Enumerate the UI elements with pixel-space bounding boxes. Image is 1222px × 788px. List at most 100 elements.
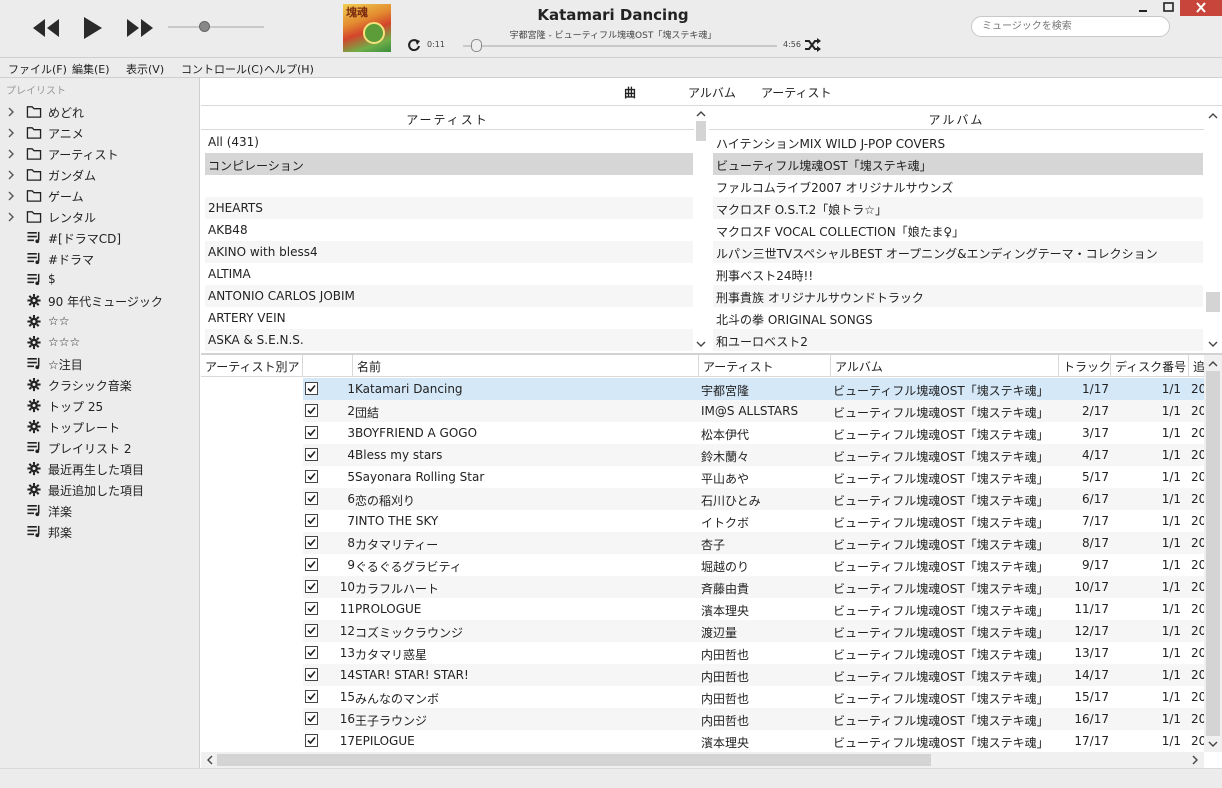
minimize-button[interactable] bbox=[1130, 0, 1156, 16]
track-scrollbar[interactable] bbox=[1204, 355, 1222, 752]
artist-list-item[interactable] bbox=[205, 175, 693, 197]
artist-list-item[interactable]: 2HEARTS bbox=[205, 197, 693, 219]
album-list-item[interactable]: ファルコムライブ2007 オリジナルサウンズ bbox=[713, 175, 1203, 197]
album-scroll-thumb[interactable] bbox=[1206, 292, 1220, 312]
sidebar-item[interactable]: ☆注目 bbox=[0, 353, 199, 374]
sidebar-item[interactable]: アニメ bbox=[0, 122, 199, 143]
seek-bar[interactable] bbox=[463, 45, 777, 47]
table-row[interactable]: 3 BOYFRIEND A GOGO 松本伊代 ビューティフル塊魂OST「塊ステキ魂」… bbox=[303, 422, 1204, 444]
tab-albums[interactable]: アルバム bbox=[688, 84, 736, 101]
sidebar-item[interactable]: #[ドラマCD] bbox=[0, 227, 199, 248]
scroll-up-icon[interactable] bbox=[695, 109, 707, 119]
track-enabled-checkbox[interactable] bbox=[305, 690, 318, 703]
track-enabled-checkbox[interactable] bbox=[305, 602, 318, 615]
artist-list-item[interactable]: ANTONIO CARLOS JOBIM bbox=[205, 285, 693, 307]
maximize-button[interactable] bbox=[1156, 0, 1180, 16]
sidebar-item[interactable]: 邦楽 bbox=[0, 521, 199, 542]
track-enabled-checkbox[interactable] bbox=[305, 646, 318, 659]
chevron-right-icon[interactable] bbox=[7, 191, 15, 201]
horizontal-scrollbar[interactable] bbox=[201, 752, 1204, 768]
artist-scroll-thumb[interactable] bbox=[696, 121, 706, 141]
table-row[interactable]: 9 ぐるぐるグラビティ 堀越のり ビューティフル塊魂OST「塊ステキ魂」 9/17 1/1… bbox=[303, 554, 1204, 576]
chevron-right-icon[interactable] bbox=[7, 170, 15, 180]
repeat-button[interactable] bbox=[406, 37, 422, 53]
tab-songs[interactable]: 曲 bbox=[624, 84, 636, 101]
column-track[interactable]: トラック bbox=[1059, 355, 1111, 377]
artist-list-item[interactable]: AKB48 bbox=[205, 219, 693, 241]
album-list-item[interactable]: 刑事貴族 オリジナルサウンドトラック bbox=[713, 285, 1203, 307]
chevron-right-icon[interactable] bbox=[7, 107, 15, 117]
column-extra[interactable]: 追 bbox=[1189, 355, 1204, 377]
album-list-item[interactable]: ビューティフル塊魂OST「塊ステキ魂」 bbox=[713, 153, 1203, 175]
chevron-right-icon[interactable] bbox=[7, 212, 15, 222]
artist-list-item[interactable]: ASKA & S.E.N.S. bbox=[205, 329, 693, 351]
track-scroll-thumb[interactable] bbox=[1206, 371, 1220, 736]
track-enabled-checkbox[interactable] bbox=[305, 514, 318, 527]
sidebar-item[interactable]: ☆☆ bbox=[0, 311, 199, 332]
table-row[interactable]: 6 恋の稲刈り 石川ひとみ ビューティフル塊魂OST「塊ステキ魂」 6/17 1/1 20 bbox=[303, 488, 1204, 510]
menu-control[interactable]: コントロール(C) bbox=[181, 61, 263, 77]
column-album[interactable]: アルバム bbox=[831, 355, 1059, 377]
menu-file[interactable]: ファイル(F) bbox=[8, 61, 67, 77]
sidebar-item[interactable]: トップ 25 bbox=[0, 395, 199, 416]
artist-browser-header[interactable]: アーティスト bbox=[201, 107, 694, 130]
table-row[interactable]: 17 EPILOGUE 濱本理央 ビューティフル塊魂OST「塊ステキ魂」 17/17 1/… bbox=[303, 730, 1204, 752]
volume-slider-handle[interactable] bbox=[199, 21, 211, 32]
track-enabled-checkbox[interactable] bbox=[305, 624, 318, 637]
rewind-button[interactable] bbox=[30, 14, 62, 42]
table-row[interactable]: 10 カラフルハート 斉藤由貴 ビューティフル塊魂OST「塊ステキ魂」 10/17 1/1… bbox=[303, 576, 1204, 598]
sidebar-item[interactable]: トップレート bbox=[0, 416, 199, 437]
table-row[interactable]: 12 コズミックラウンジ 渡辺量 ビューティフル塊魂OST「塊ステキ魂」 12/17 1/… bbox=[303, 620, 1204, 642]
column-artist[interactable]: アーティスト bbox=[699, 355, 831, 377]
artist-list-item[interactable]: All (431) bbox=[205, 131, 693, 153]
scroll-right-icon[interactable] bbox=[1189, 755, 1201, 765]
artist-list-item[interactable]: AKINO with bless4 bbox=[205, 241, 693, 263]
album-list-item[interactable]: マクロスF O.S.T.2「娘トラ☆」 bbox=[713, 197, 1203, 219]
track-enabled-checkbox[interactable] bbox=[305, 558, 318, 571]
sidebar-item[interactable]: アーティスト bbox=[0, 143, 199, 164]
shuffle-button[interactable] bbox=[804, 37, 822, 53]
column-checkbox[interactable] bbox=[303, 355, 353, 377]
table-row[interactable]: 8 カタマリティー 杏子 ビューティフル塊魂OST「塊ステキ魂」 8/17 1/1 20 bbox=[303, 532, 1204, 554]
artist-scrollbar[interactable] bbox=[694, 107, 708, 353]
sidebar-item[interactable]: $ bbox=[0, 269, 199, 290]
album-list-item[interactable]: 北斗の拳 ORIGINAL SONGS bbox=[713, 307, 1203, 329]
sidebar-item[interactable]: ゲーム bbox=[0, 185, 199, 206]
album-list-item[interactable]: 和ユーロベスト2 bbox=[713, 329, 1203, 351]
tab-artists[interactable]: アーティスト bbox=[761, 84, 832, 101]
volume-slider[interactable] bbox=[168, 26, 264, 28]
track-enabled-checkbox[interactable] bbox=[305, 492, 318, 505]
track-enabled-checkbox[interactable] bbox=[305, 382, 318, 395]
album-scrollbar[interactable] bbox=[1204, 107, 1222, 353]
sidebar-item[interactable]: レンタル bbox=[0, 206, 199, 227]
chevron-right-icon[interactable] bbox=[7, 128, 15, 138]
artist-list-item[interactable]: コンピレーション bbox=[205, 153, 693, 175]
track-enabled-checkbox[interactable] bbox=[305, 404, 318, 417]
sidebar-item[interactable]: ☆☆☆ bbox=[0, 332, 199, 353]
album-list-item[interactable]: マクロスF VOCAL COLLECTION「娘たま♀」 bbox=[713, 219, 1203, 241]
horizontal-scroll-thumb[interactable] bbox=[217, 754, 931, 766]
column-name[interactable]: 名前 bbox=[353, 355, 699, 377]
track-enabled-checkbox[interactable] bbox=[305, 712, 318, 725]
artist-list-item[interactable]: ARTERY VEIN bbox=[205, 307, 693, 329]
sidebar-item[interactable]: 最近再生した項目 bbox=[0, 458, 199, 479]
album-browser-header[interactable]: アルバム bbox=[709, 107, 1204, 130]
fast-forward-button[interactable] bbox=[124, 14, 156, 42]
table-row[interactable]: 13 カタマリ惑星 内田哲也 ビューティフル塊魂OST「塊ステキ魂」 13/17 1/1 2… bbox=[303, 642, 1204, 664]
menu-view[interactable]: 表示(V) bbox=[126, 61, 164, 77]
column-artist-sort[interactable]: アーティスト別ア bbox=[201, 355, 303, 377]
table-row[interactable]: 5 Sayonara Rolling Star 平山あや ビューティフル塊魂OST「塊… bbox=[303, 466, 1204, 488]
play-button[interactable] bbox=[78, 14, 110, 42]
scroll-down-icon[interactable] bbox=[695, 339, 707, 349]
table-row[interactable]: 14 STAR! STAR! STAR! 内田哲也 ビューティフル塊魂OST「塊ステキ… bbox=[303, 664, 1204, 686]
scroll-down-icon[interactable] bbox=[1207, 339, 1219, 349]
track-enabled-checkbox[interactable] bbox=[305, 580, 318, 593]
table-row[interactable]: 7 INTO THE SKY イトクボ ビューティフル塊魂OST「塊ステキ魂」 7/17… bbox=[303, 510, 1204, 532]
search-input[interactable] bbox=[971, 16, 1170, 37]
track-enabled-checkbox[interactable] bbox=[305, 668, 318, 681]
scroll-up-icon[interactable] bbox=[1207, 111, 1219, 121]
scroll-down-icon[interactable] bbox=[1207, 739, 1219, 749]
sidebar-item[interactable]: #ドラマ bbox=[0, 248, 199, 269]
album-list-item[interactable]: ルパン三世TVスペシャルBEST オープニング&エンディングテーマ・コレクション bbox=[713, 241, 1203, 263]
table-row[interactable]: 4 Bless my stars 鈴木蘭々 ビューティフル塊魂OST「塊ステキ魂」 4/… bbox=[303, 444, 1204, 466]
